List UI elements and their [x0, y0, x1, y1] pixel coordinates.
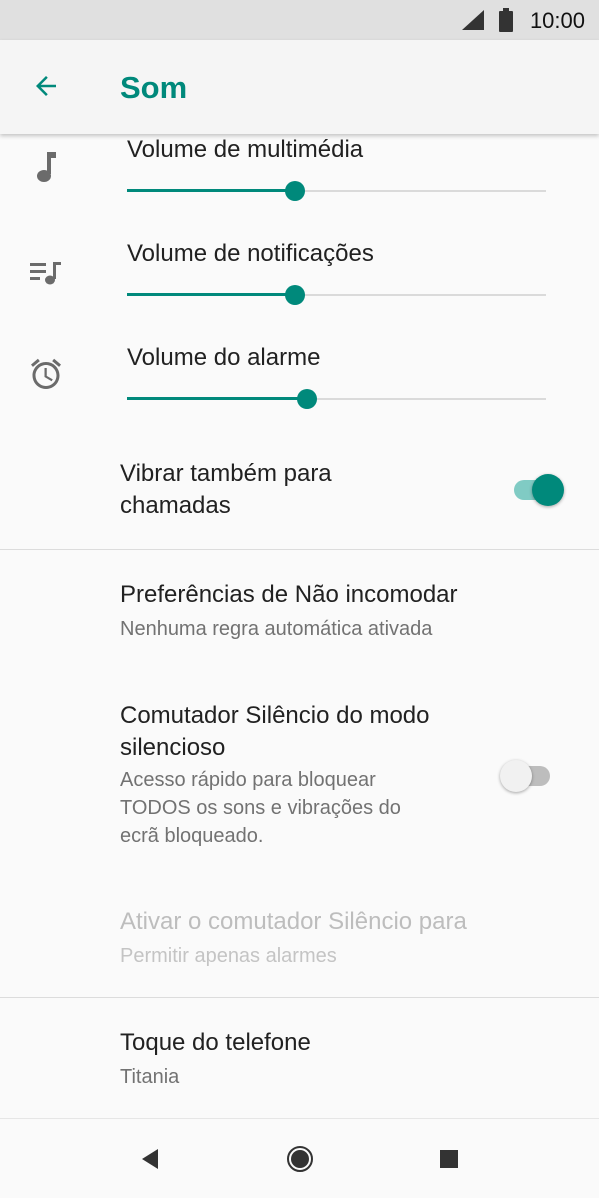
- media-volume-slider[interactable]: [127, 179, 546, 203]
- alarm-volume-label: Volume do alarme: [127, 344, 321, 371]
- circle-home-icon: [287, 1146, 313, 1172]
- slider-fill: [127, 293, 295, 296]
- slider-fill: [127, 189, 295, 192]
- slider-thumb[interactable]: [284, 181, 305, 201]
- silence-title-line2: silencioso: [120, 734, 226, 761]
- vibrate-title-line1: Vibrar também para: [120, 460, 332, 487]
- silence-toggle[interactable]: [500, 754, 556, 794]
- toggle-thumb: [500, 760, 532, 792]
- slider-thumb[interactable]: [297, 389, 318, 409]
- settings-list[interactable]: Volume de multimédia Volume de notificaç…: [0, 134, 599, 1118]
- nav-home-button[interactable]: [282, 1141, 318, 1177]
- page-title: Som: [120, 70, 188, 105]
- back-button[interactable]: [28, 68, 64, 104]
- silence-summary-line2: TODOS os sons e vibrações do: [120, 797, 401, 819]
- ringtone-title: Toque do telefone: [120, 1029, 311, 1056]
- arrow-back-icon: [36, 76, 56, 96]
- divider: [0, 997, 599, 998]
- silence-target-title: Ativar o comutador Silêncio para: [120, 908, 467, 935]
- app-bar: Som: [0, 40, 599, 134]
- ringtone-summary: Titania: [120, 1066, 180, 1088]
- divider: [0, 549, 599, 550]
- dnd-title: Preferências de Não incomodar: [120, 581, 458, 608]
- notification-volume-slider[interactable]: [127, 283, 546, 307]
- media-volume-label: Volume de multimédia: [127, 136, 364, 163]
- nav-back-button[interactable]: [132, 1141, 168, 1177]
- battery-icon: [499, 8, 513, 32]
- silence-target-summary: Permitir apenas alarmes: [120, 945, 337, 967]
- triangle-back-icon: [142, 1149, 158, 1169]
- silence-title-line1: Comutador Silêncio do modo: [120, 702, 430, 729]
- slider-thumb[interactable]: [284, 285, 305, 305]
- silence-summary-line3: ecrã bloqueado.: [120, 825, 264, 847]
- notification-volume-label: Volume de notificações: [127, 240, 374, 267]
- status-time: 10:00: [529, 8, 585, 33]
- status-bar: 10:00: [0, 0, 599, 40]
- vibrate-title-line2: chamadas: [120, 492, 231, 519]
- nav-recents-button[interactable]: [431, 1141, 467, 1177]
- playlist-icon: [30, 262, 61, 285]
- alarm-volume-slider[interactable]: [127, 387, 546, 411]
- toggle-thumb: [532, 474, 564, 506]
- silence-summary-line1: Acesso rápido para bloquear: [120, 769, 376, 791]
- square-recents-icon: [440, 1150, 458, 1168]
- alarm-clock-icon: [31, 358, 61, 389]
- slider-fill: [127, 397, 308, 400]
- cell-signal-icon: [462, 10, 484, 30]
- music-note-icon: [37, 152, 56, 182]
- navigation-bar: [0, 1118, 599, 1198]
- dnd-summary: Nenhuma regra automática ativada: [120, 618, 433, 640]
- vibrate-toggle[interactable]: [508, 468, 564, 508]
